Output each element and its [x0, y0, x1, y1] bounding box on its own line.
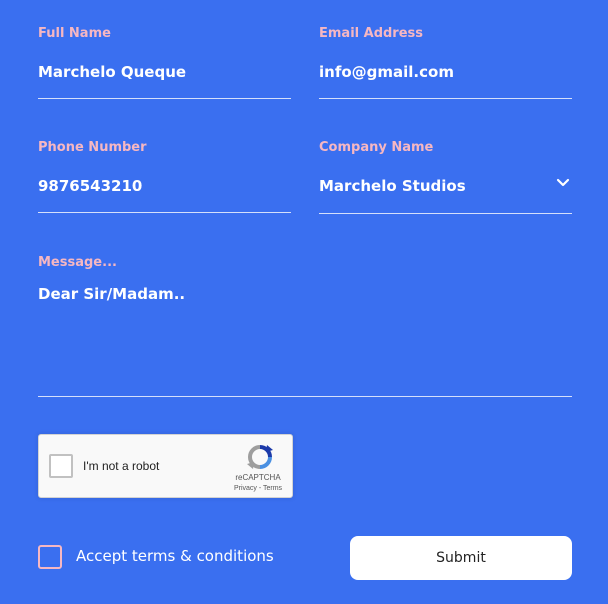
chevron-down-icon[interactable]	[556, 178, 570, 188]
company-label: Company Name	[319, 140, 434, 155]
phone-label: Phone Number	[38, 140, 147, 155]
full-name-field[interactable]: Full Name Marchelo Queque	[38, 26, 291, 100]
terms-label[interactable]: Accept terms & conditions	[76, 547, 274, 565]
submit-button[interactable]: Submit	[350, 536, 572, 580]
phone-input[interactable]: 9876543210	[38, 177, 142, 195]
recaptcha-links: Privacy - Terms	[215, 485, 301, 492]
recaptcha-privacy-link[interactable]: Privacy	[234, 485, 257, 492]
company-select[interactable]: Company Name Marchelo Studios	[319, 140, 572, 215]
email-field[interactable]: Email Address info@gmail.com	[319, 26, 572, 100]
company-selected-value[interactable]: Marchelo Studios	[319, 177, 466, 195]
email-input[interactable]: info@gmail.com	[319, 63, 454, 81]
recaptcha-brand: reCAPTCHA	[235, 473, 281, 482]
message-textarea[interactable]: Dear Sir/Madam..	[38, 285, 185, 303]
phone-field[interactable]: Phone Number 9876543210	[38, 140, 291, 214]
full-name-label: Full Name	[38, 26, 111, 41]
recaptcha-label: I'm not a robot	[83, 459, 160, 473]
full-name-input[interactable]: Marchelo Queque	[38, 63, 186, 81]
phone-underline	[38, 212, 291, 213]
company-underline	[319, 213, 572, 214]
recaptcha-terms-link[interactable]: Terms	[263, 485, 282, 492]
terms-checkbox[interactable]	[38, 545, 62, 569]
message-field[interactable]: Message... Dear Sir/Madam..	[38, 255, 572, 398]
message-underline	[38, 396, 572, 397]
recaptcha-logo-icon	[247, 445, 273, 469]
message-label: Message...	[38, 255, 117, 270]
full-name-underline	[38, 98, 291, 99]
recaptcha-widget: I'm not a robot reCAPTCHA Privacy - Term…	[38, 434, 293, 498]
recaptcha-checkbox[interactable]	[49, 454, 73, 478]
email-underline	[319, 98, 572, 99]
email-label: Email Address	[319, 26, 424, 41]
